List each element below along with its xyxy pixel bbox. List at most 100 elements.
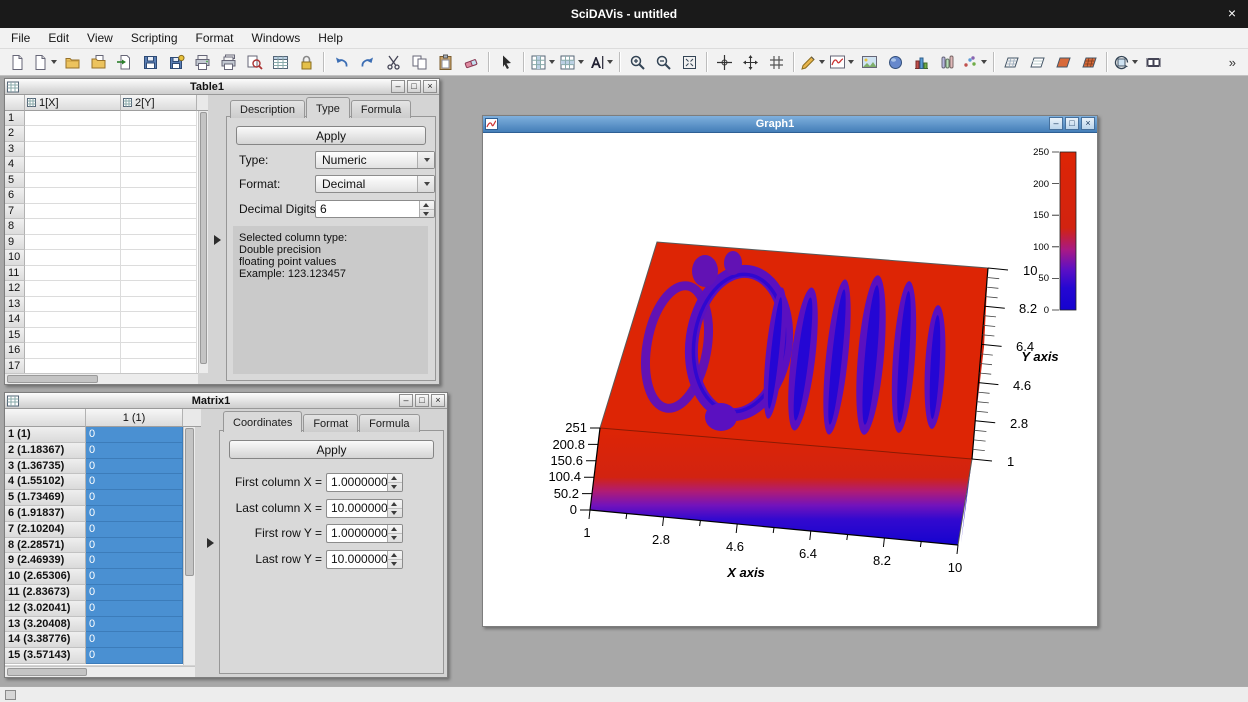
- table-cell[interactable]: [25, 266, 121, 281]
- matrix-cell[interactable]: 0: [86, 617, 183, 633]
- type-combobox[interactable]: Numeric: [315, 151, 435, 169]
- table-cell[interactable]: [25, 204, 121, 219]
- close-button[interactable]: ×: [423, 80, 437, 93]
- copy-icon[interactable]: [406, 50, 432, 74]
- matrix-cell[interactable]: 0: [86, 632, 183, 648]
- paste-icon[interactable]: [432, 50, 458, 74]
- table-cell[interactable]: [121, 281, 197, 296]
- new-project-icon[interactable]: [4, 50, 30, 74]
- move-data-icon[interactable]: [737, 50, 763, 74]
- print-all-icon[interactable]: [215, 50, 241, 74]
- menu-format[interactable]: Format: [187, 29, 243, 47]
- matrix-cell[interactable]: 0: [86, 585, 183, 601]
- matrix-cell[interactable]: 0: [86, 601, 183, 617]
- last-column-x-spinbox[interactable]: 10.0000000: [326, 499, 403, 518]
- row-header[interactable]: 6: [5, 188, 25, 203]
- minimize-button[interactable]: –: [1049, 117, 1063, 130]
- row-header[interactable]: 12: [5, 281, 25, 296]
- tab-formula[interactable]: Formula: [359, 414, 419, 432]
- tab-description[interactable]: Description: [230, 100, 305, 118]
- minimize-button[interactable]: –: [399, 394, 413, 407]
- column-header-1x[interactable]: 1[X]: [25, 95, 121, 111]
- add-function-icon[interactable]: [827, 50, 856, 74]
- matrix1-titlebar[interactable]: Matrix1 – □ ×: [5, 393, 447, 409]
- menu-help[interactable]: Help: [309, 29, 352, 47]
- new-table-icon[interactable]: [267, 50, 293, 74]
- table-cell[interactable]: [121, 204, 197, 219]
- matrix-cell[interactable]: 0: [86, 553, 183, 569]
- spin-down-icon[interactable]: [388, 533, 402, 542]
- table-cell[interactable]: [121, 173, 197, 188]
- matrix-row-header[interactable]: 14 (3.38776): [5, 632, 86, 648]
- spin-up-icon[interactable]: [388, 551, 402, 559]
- data-reader-icon[interactable]: [711, 50, 737, 74]
- matrix-row-header[interactable]: 12 (3.02041): [5, 601, 86, 617]
- tab-format[interactable]: Format: [303, 414, 358, 432]
- table-cell[interactable]: [25, 250, 121, 265]
- remove-data-icon[interactable]: [763, 50, 789, 74]
- matrix-row-header[interactable]: 13 (3.20408): [5, 617, 86, 633]
- row-header[interactable]: 1: [5, 111, 25, 126]
- menu-edit[interactable]: Edit: [39, 29, 78, 47]
- table-cell[interactable]: [25, 219, 121, 234]
- matrix-cell[interactable]: 0: [86, 538, 183, 554]
- table-cell[interactable]: [25, 173, 121, 188]
- lock-icon[interactable]: [293, 50, 319, 74]
- matrix-row-header[interactable]: 3 (1.36735): [5, 459, 86, 475]
- matrix-row-header[interactable]: 5 (1.73469): [5, 490, 86, 506]
- row-header[interactable]: 3: [5, 142, 25, 157]
- mesh-polygon-mode-icon[interactable]: [1076, 50, 1102, 74]
- row-header[interactable]: 17: [5, 359, 25, 374]
- open-project-icon[interactable]: [59, 50, 85, 74]
- maximize-button[interactable]: □: [1065, 117, 1079, 130]
- last-row-y-spinbox[interactable]: 10.0000000: [326, 550, 403, 569]
- table-cell[interactable]: [121, 188, 197, 203]
- zoom-in-icon[interactable]: [624, 50, 650, 74]
- matrix-cell[interactable]: 0: [86, 506, 183, 522]
- column-header-2y[interactable]: 2[Y]: [121, 95, 197, 111]
- import-ascii-icon[interactable]: [111, 50, 137, 74]
- rotation-mode-icon[interactable]: [1111, 50, 1140, 74]
- app-close-button[interactable]: ×: [1228, 5, 1236, 21]
- first-column-x-spinbox[interactable]: 1.00000000: [326, 473, 403, 492]
- redo-icon[interactable]: [354, 50, 380, 74]
- menu-scripting[interactable]: Scripting: [122, 29, 187, 47]
- row-header[interactable]: 9: [5, 235, 25, 250]
- spin-down-icon[interactable]: [388, 482, 402, 491]
- table-cell[interactable]: [121, 266, 197, 281]
- add-image-icon[interactable]: [856, 50, 882, 74]
- matrix-row-header[interactable]: 11 (2.83673): [5, 585, 86, 601]
- tab-type[interactable]: Type: [306, 97, 350, 118]
- decimal-digits-spinbox[interactable]: 6: [315, 200, 435, 218]
- menu-view[interactable]: View: [78, 29, 122, 47]
- spin-up-icon[interactable]: [388, 525, 402, 533]
- minimize-button[interactable]: –: [391, 80, 405, 93]
- table-cell[interactable]: [25, 328, 121, 343]
- plot3d-bars-icon[interactable]: [908, 50, 934, 74]
- matrix-cell[interactable]: 0: [86, 490, 183, 506]
- table-cell[interactable]: [121, 250, 197, 265]
- row-header[interactable]: 8: [5, 219, 25, 234]
- close-button[interactable]: ×: [1081, 117, 1095, 130]
- table-cell[interactable]: [121, 297, 197, 312]
- table-horizontal-scrollbar[interactable]: [5, 373, 198, 384]
- row-header[interactable]: 15: [5, 328, 25, 343]
- matrix-cell[interactable]: 0: [86, 459, 183, 475]
- table-cell[interactable]: [121, 359, 197, 374]
- matrix-cell[interactable]: 0: [86, 569, 183, 585]
- table-cell[interactable]: [25, 297, 121, 312]
- select-column-icon[interactable]: [528, 50, 557, 74]
- table-cell[interactable]: [121, 343, 197, 358]
- save-project-icon[interactable]: [137, 50, 163, 74]
- close-button[interactable]: ×: [431, 394, 445, 407]
- format-combobox[interactable]: Decimal: [315, 175, 435, 193]
- matrix-row-header[interactable]: 8 (2.28571): [5, 538, 86, 554]
- row-header[interactable]: 13: [5, 297, 25, 312]
- save-template-icon[interactable]: [163, 50, 189, 74]
- table-cell[interactable]: [121, 142, 197, 157]
- pointer-icon[interactable]: [493, 50, 519, 74]
- table-cell[interactable]: [25, 126, 121, 141]
- select-row-icon[interactable]: [557, 50, 586, 74]
- spin-up-icon[interactable]: [420, 201, 434, 209]
- new-aspect-icon[interactable]: [30, 50, 59, 74]
